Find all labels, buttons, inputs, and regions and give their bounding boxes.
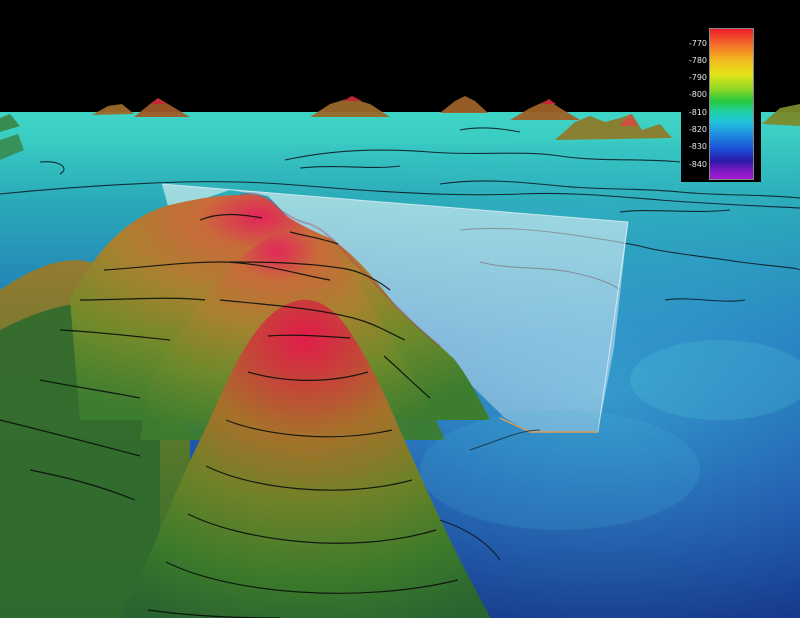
bathymetry-3d-view: -770 -780 -790 -800 -810 -820 -830 -840 [0, 0, 800, 618]
legend-tick: -810 [688, 108, 707, 117]
legend-tick: -770 [688, 39, 707, 48]
legend-tick: -840 [688, 160, 707, 169]
legend-tick: -780 [688, 56, 707, 65]
legend-tick: -830 [688, 142, 707, 151]
depth-color-bar [709, 28, 754, 180]
legend-tick: -790 [688, 73, 707, 82]
terrain-render [0, 0, 800, 618]
legend-tick: -800 [688, 90, 707, 99]
legend-tick: -820 [688, 125, 707, 134]
depth-legend: -770 -780 -790 -800 -810 -820 -830 -840 [681, 22, 761, 182]
